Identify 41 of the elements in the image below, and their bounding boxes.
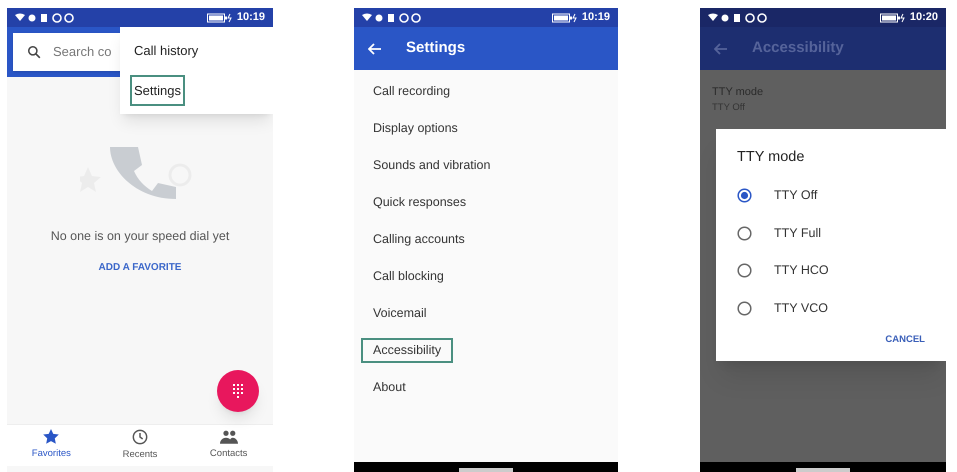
radio-button[interactable] — [737, 226, 752, 240]
dialog-title: TTY mode — [737, 148, 806, 167]
preference-row[interactable]: Call recording — [361, 79, 462, 104]
add-favorite-link[interactable]: ADD A FAVORITE — [98, 260, 182, 275]
battery-charging-icon — [880, 12, 906, 22]
option-label[interactable]: TTY Full — [774, 224, 821, 242]
radio-button[interactable] — [737, 300, 752, 316]
people-icon — [220, 430, 238, 444]
nav-tab[interactable]: Contacts — [184, 425, 273, 466]
preference-row[interactable]: Call blocking — [361, 264, 456, 289]
status-time: 10:20 — [910, 10, 938, 26]
cancel-button[interactable]: CANCEL — [885, 332, 925, 347]
preference-row[interactable]: Display options — [361, 116, 470, 141]
radio-button[interactable] — [737, 263, 752, 278]
option-label[interactable]: TTY Off — [774, 186, 818, 205]
battery-charging-icon — [552, 12, 578, 22]
menu-item[interactable]: Call history — [130, 35, 202, 66]
dialpad-icon — [233, 384, 243, 398]
preference-row[interactable]: About — [361, 375, 418, 400]
star-icon — [43, 429, 60, 444]
preference-row[interactable]: Calling accounts — [361, 227, 477, 252]
status-time: 10:19 — [582, 10, 610, 26]
nav-tab[interactable]: Recents — [96, 425, 184, 466]
clock-icon — [132, 428, 148, 445]
dialpad-button[interactable] — [217, 370, 259, 412]
status-time: 10:19 — [236, 10, 265, 26]
battery-charging-icon — [206, 12, 233, 22]
app-bar-title: Settings — [406, 38, 466, 58]
nav-tab[interactable]: Favorites — [7, 425, 96, 466]
search-icon — [27, 45, 41, 59]
preference-row[interactable]: Voicemail — [361, 301, 438, 326]
search-input[interactable]: Search co — [53, 42, 123, 62]
empty-message: No one is on your speed dial yet — [50, 228, 230, 245]
preference-row[interactable]: Sounds and vibration — [361, 153, 502, 178]
option-label[interactable]: TTY HCO — [774, 261, 829, 280]
menu-item[interactable]: Settings — [130, 74, 185, 106]
preference-row[interactable]: Quick responses — [361, 190, 478, 215]
preference-row[interactable]: Accessibility — [361, 338, 454, 363]
radio-button[interactable] — [737, 188, 752, 203]
option-label[interactable]: TTY VCO — [774, 298, 828, 318]
app-bar-title: Accessibility — [752, 38, 844, 58]
